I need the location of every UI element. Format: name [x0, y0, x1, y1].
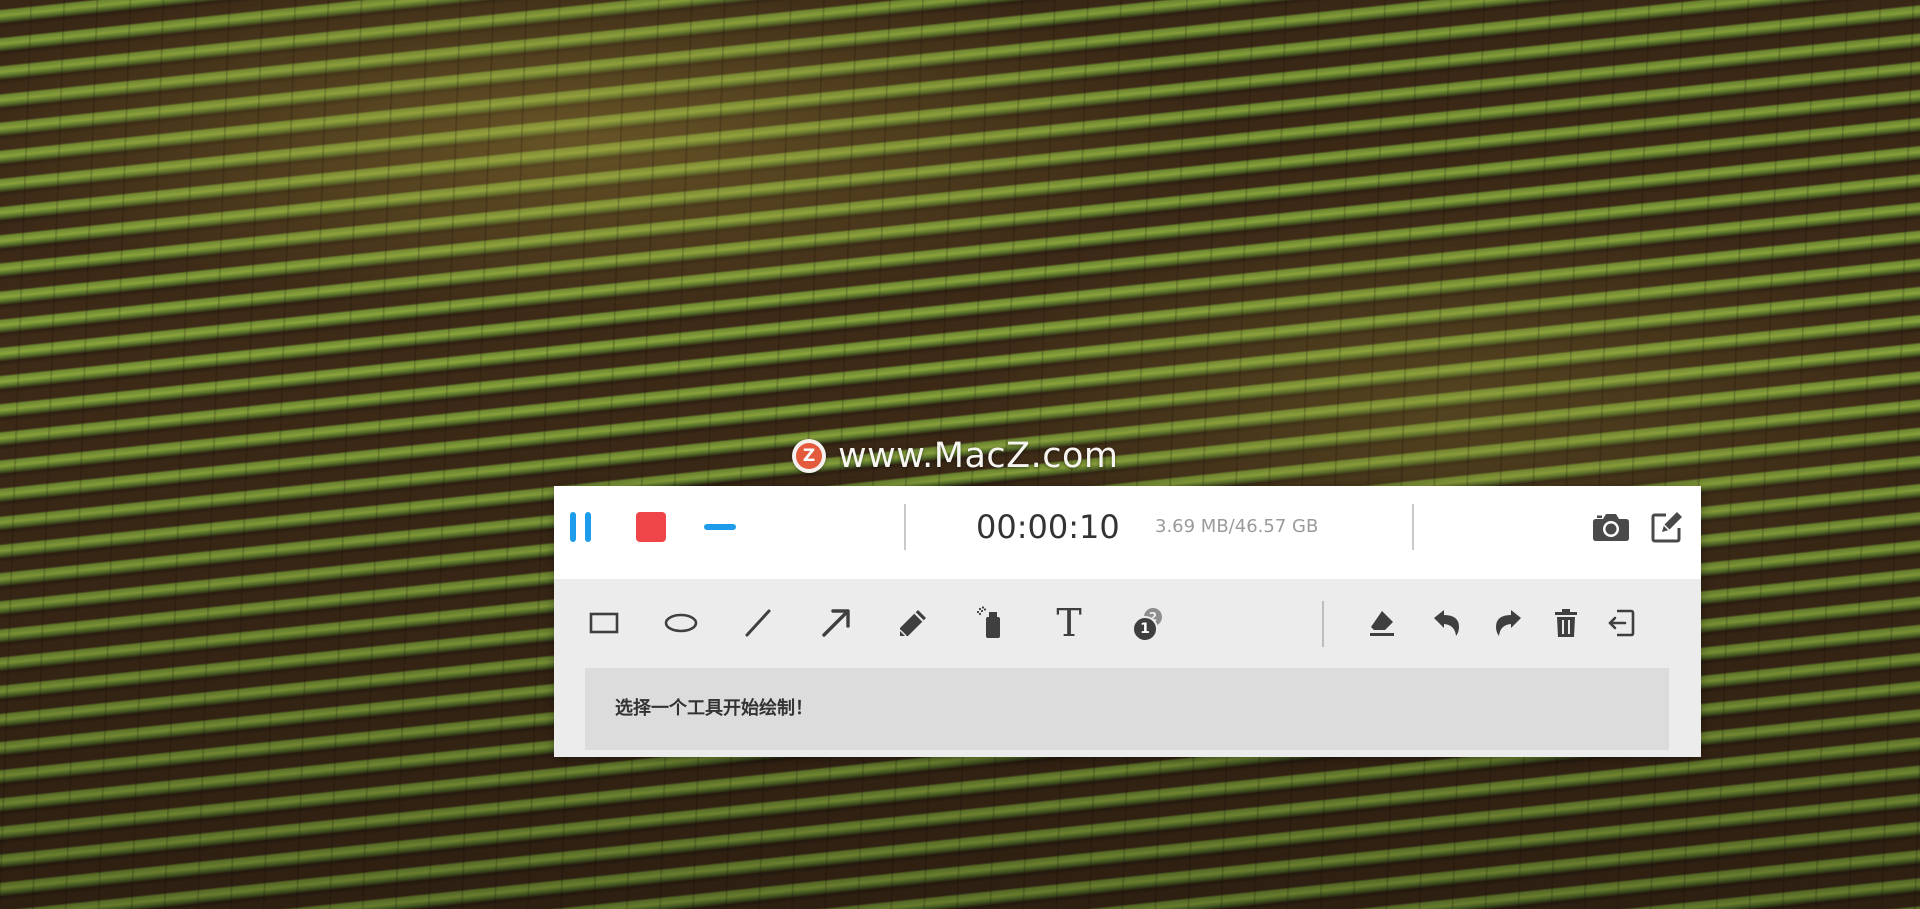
undo-button[interactable]: [1423, 601, 1471, 645]
delete-button[interactable]: [1542, 601, 1590, 645]
line-tool[interactable]: [734, 601, 782, 645]
stop-icon: [636, 512, 666, 542]
spray-tool[interactable]: [967, 601, 1015, 645]
minimize-button[interactable]: [703, 510, 737, 544]
number-badge-primary: 1: [1132, 616, 1158, 642]
hint-box: 选择一个工具开始绘制！: [585, 668, 1669, 750]
screen-recorder-panel: 00:00:10 3.69 MB/46.57 GB T 2 1 选择一个工具开始…: [554, 486, 1701, 757]
macz-logo-letter: Z: [796, 443, 822, 469]
hint-text: 选择一个工具开始绘制！: [615, 698, 813, 719]
pause-icon: [569, 512, 591, 542]
exit-icon: [1608, 609, 1635, 637]
divider: [904, 504, 906, 550]
ellipse-icon: [664, 613, 698, 633]
screenshot-button[interactable]: [1589, 504, 1633, 550]
watermark-text: www.MacZ.com: [838, 436, 1119, 476]
spray-icon: [976, 606, 1000, 638]
annotate-button[interactable]: [1646, 504, 1688, 550]
macz-logo-icon: Z: [792, 439, 826, 473]
redo-icon: [1496, 610, 1521, 636]
recorder-control-bar: 00:00:10 3.69 MB/46.57 GB: [554, 486, 1701, 579]
drawing-toolbar: T 2 1 选择一个工具开始绘制！: [554, 579, 1701, 757]
recording-timer: 00:00:10: [976, 508, 1120, 546]
edit-icon: [1651, 512, 1682, 543]
watermark: Z www.MacZ.com: [792, 436, 1119, 476]
number-tool[interactable]: 2 1: [1123, 601, 1171, 645]
line-icon: [745, 609, 771, 637]
pencil-tool[interactable]: [889, 601, 937, 645]
eraser-tool[interactable]: [1358, 601, 1406, 645]
pencil-icon: [899, 610, 926, 637]
camera-icon: [1593, 514, 1629, 541]
stop-button[interactable]: [634, 510, 668, 544]
rectangle-icon: [589, 612, 619, 634]
eraser-icon: [1370, 611, 1394, 636]
rectangle-tool[interactable]: [580, 601, 628, 645]
undo-icon: [1434, 610, 1459, 636]
desktop-wallpaper: Z www.MacZ.com 00:00:10 3.69 MB/46.57 GB: [0, 0, 1920, 909]
text-tool[interactable]: T: [1045, 601, 1093, 645]
storage-usage: 3.69 MB/46.57 GB: [1155, 516, 1319, 537]
exit-button[interactable]: [1597, 601, 1645, 645]
arrow-icon: [822, 609, 850, 637]
minimize-icon: [704, 524, 736, 530]
trash-icon: [1555, 609, 1577, 637]
text-icon: T: [1056, 601, 1082, 645]
ellipse-tool[interactable]: [657, 601, 705, 645]
number-badge-icon: 2 1: [1130, 606, 1164, 642]
toolbar-divider: [1322, 601, 1324, 647]
pause-button[interactable]: [564, 510, 596, 544]
redo-button[interactable]: [1484, 601, 1532, 645]
divider: [1412, 504, 1414, 550]
arrow-tool[interactable]: [812, 601, 860, 645]
